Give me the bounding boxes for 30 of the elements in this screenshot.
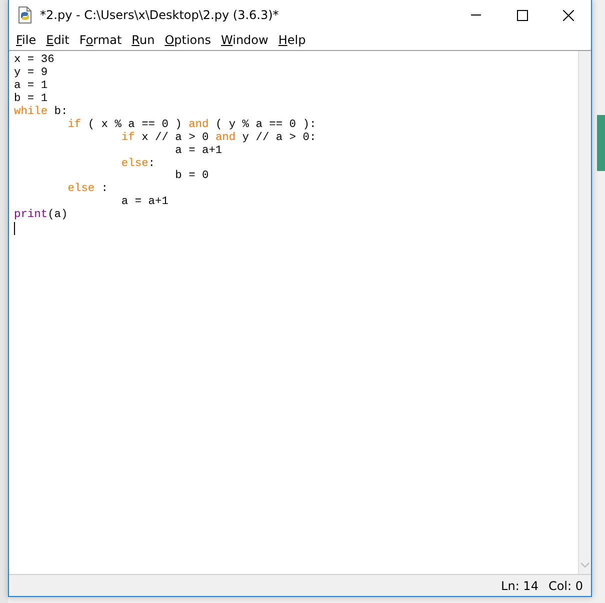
close-icon[interactable] (562, 10, 574, 20)
maximize-icon[interactable] (516, 10, 528, 20)
code-line: while b: (14, 106, 68, 119)
code-line: a = a+1 (174, 144, 224, 158)
window-title: *2.py - C:\Users\x\Desktop\2.py (3.6.3)* (40, 8, 280, 22)
menu-item[interactable]: Window (216, 32, 274, 48)
code-editor[interactable]: x = 36 y = 9 a = 1 b = 1 while b: if ( x % a == 0 ) and ( y % a == 0 ): if x // a > 0 and y // a > 0: a = a+1 else: b = 0 else : a = a+1 print(a) (9, 51, 578, 574)
menu-item[interactable]: Help (273, 32, 311, 48)
python-file-icon (16, 6, 34, 24)
menu-item[interactable]: Format (74, 32, 127, 48)
line-number-label: Ln: 14 (501, 578, 538, 592)
menu-item[interactable]: Run (126, 32, 160, 48)
code-line: b = 0 (174, 170, 210, 184)
code-line: else: (120, 158, 156, 170)
menu-item[interactable]: Options (160, 32, 216, 48)
code-line: a = 1 (14, 80, 49, 92)
menu-item[interactable]: File (11, 32, 42, 48)
minimize-icon[interactable] (471, 14, 481, 16)
code-line: else : (66, 183, 110, 196)
column-number-label: Col: 0 (548, 578, 583, 592)
code-line: print(a) (14, 209, 69, 222)
code-line: a = a+1 (120, 196, 170, 210)
code-line: x = 36 (14, 54, 56, 67)
code-line: y = 9 (14, 66, 49, 80)
background-window (597, 115, 605, 171)
menu-item[interactable]: Edit (41, 32, 74, 48)
scrollbar[interactable] (578, 51, 591, 574)
code-line: b = 1 (14, 92, 49, 106)
code-line: if ( x % a == 0 ) and ( y % a == 0 ): (66, 118, 318, 132)
code-line: if x // a > 0 and y // a > 0: (120, 132, 318, 145)
